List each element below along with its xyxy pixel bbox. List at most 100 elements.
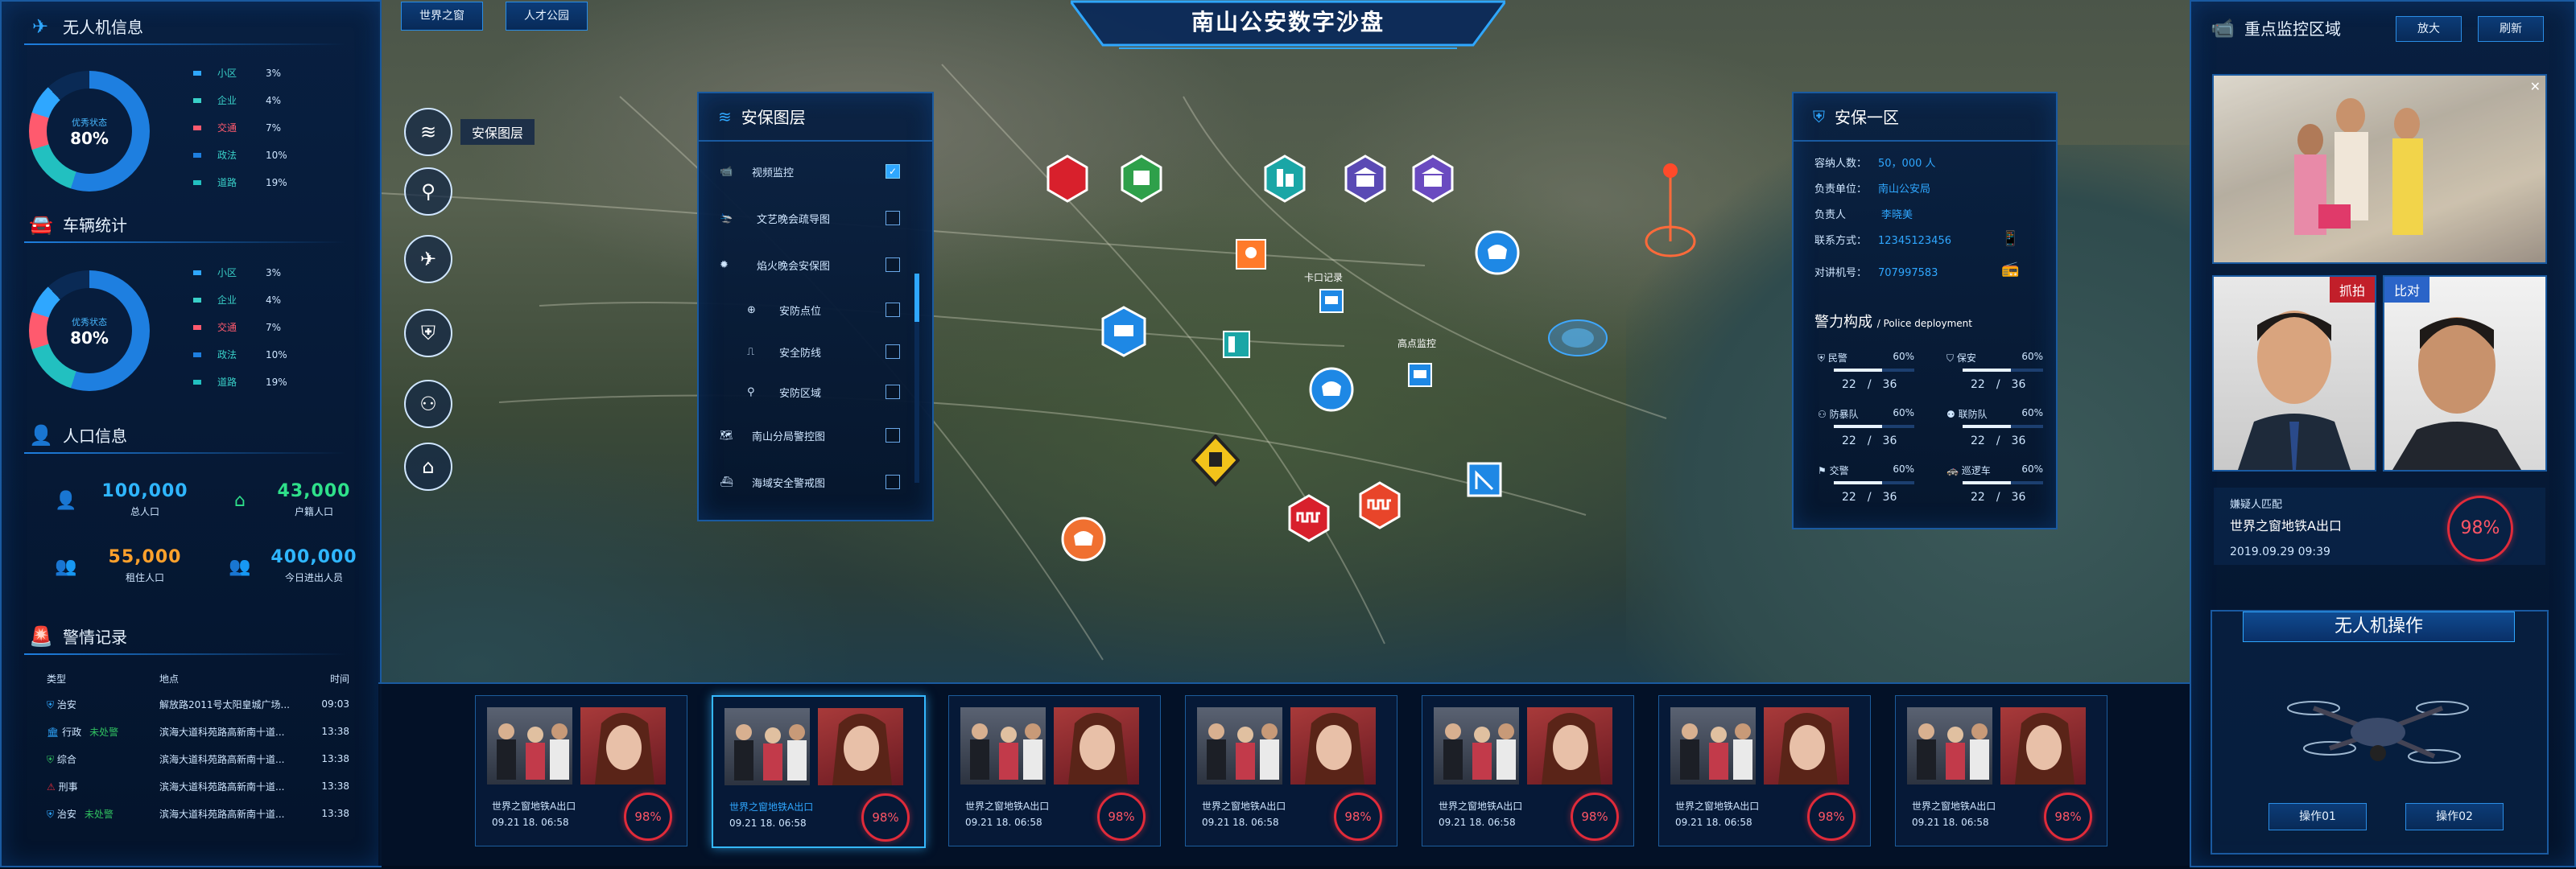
map-marker-dome-camera[interactable] — [1307, 365, 1356, 418]
drone-op1-button[interactable]: 操作01 — [2268, 803, 2367, 830]
person-icon: 👤 — [29, 423, 53, 447]
layers-tool-button[interactable]: ≋ — [404, 108, 452, 156]
map-marker-building[interactable] — [1261, 153, 1309, 206]
map-marker-high-camera[interactable] — [1396, 352, 1444, 406]
table-row[interactable]: 🏛 行政 未处警 滨海大道科苑路高新南十道... 13:38 — [47, 718, 349, 745]
map-marker-tunnel-warning[interactable] — [1191, 434, 1241, 488]
map-marker-barrier-orange[interactable] — [1356, 480, 1404, 533]
map-marker-police-station[interactable] — [1473, 229, 1521, 282]
layer-checkbox[interactable] — [886, 385, 900, 399]
layer-item-defense-line[interactable]: ⎍ 安全防线 — [699, 332, 932, 372]
map-marker-alarm[interactable] — [1043, 153, 1092, 206]
layer-item-video[interactable]: 📹 视频监控 ✓ — [699, 151, 932, 192]
drone-tool-button[interactable]: ✈ — [404, 235, 452, 283]
force-level-bar — [1963, 481, 2011, 484]
layer-item-security-area[interactable]: ⚲ 安防区域 — [699, 372, 932, 412]
tab-talent-park[interactable]: 人才公园 — [506, 2, 588, 31]
map-marker-location[interactable] — [1227, 233, 1275, 286]
match-time: 2019.09.29 09:39 — [2230, 546, 2330, 558]
map-marker-gate[interactable] — [1117, 153, 1166, 206]
divider — [24, 43, 346, 45]
capture-card[interactable]: 世界之窗地铁A出口 09.21 18. 06:58 98% — [1658, 695, 1871, 846]
people-search-icon: ⚇ — [419, 393, 437, 415]
route-tool-button[interactable]: ⚲ — [404, 167, 452, 216]
capture-face-thumbnail — [1290, 707, 1376, 785]
layer-item-concert[interactable]: 🛬 文艺晚会疏导图 — [699, 198, 932, 238]
layer-item-police-control[interactable]: 🗺 南山分局警控图 — [699, 415, 932, 455]
capture-place: 世界之窗地铁A出口 — [1202, 801, 1286, 812]
close-icon[interactable]: ✕ — [2530, 79, 2541, 94]
capture-card[interactable]: 世界之窗地铁A出口 09.21 18. 06:58 98% — [1185, 695, 1397, 846]
map-marker-govt[interactable] — [1341, 153, 1389, 206]
capture-card[interactable]: 世界之窗地铁A出口 09.21 18. 06:58 98% — [1422, 695, 1634, 846]
police-tool-button[interactable]: ⛨ — [404, 309, 452, 357]
map-marker-traffic[interactable] — [1460, 457, 1509, 510]
capacity-field: 容纳人数： 50，000 人 — [1814, 158, 1936, 170]
force-title: 警力构成 / Police deployment — [1814, 314, 1972, 331]
scrollbar[interactable] — [914, 274, 919, 483]
force-joint: ⚉ 联防队 60% 22/36 — [1946, 407, 2043, 447]
map-marker-court[interactable] — [1409, 153, 1457, 206]
match-place: 世界之窗地铁A出口 — [2230, 518, 2342, 533]
car-icon: 🚘 — [29, 212, 53, 236]
layer-item-firework[interactable]: ✹ 焰火晚会安保图 — [699, 245, 932, 285]
security-zone-panel: ⛨ 安保一区 容纳人数： 50，000 人 负责单位： 南山公安局 负责人 李晓美 联系… — [1792, 92, 2058, 529]
capture-time: 09.21 18. 06:58 — [1202, 817, 1279, 828]
map-marker-barrier-red[interactable] — [1285, 492, 1333, 546]
capture-card[interactable]: 世界之窗地铁A出口 09.21 18. 06:58 98% — [948, 695, 1161, 846]
radio-field: 对讲机号： 707997583 — [1814, 267, 1938, 279]
layer-checkbox[interactable] — [886, 428, 900, 443]
alarm-table: 类型 地点 时间 ⛨ 治安 解放路2011号太阳皇城广场... 09:03 🏛 行政 未处… — [47, 666, 349, 827]
capture-place: 世界之窗地铁A出口 — [729, 801, 814, 813]
table-row[interactable]: ⛨ 综合 滨海大道科苑路高新南十道... 13:38 — [47, 745, 349, 772]
capture-face-thumbnail — [580, 707, 666, 785]
live-camera-feed[interactable]: ✕ — [2212, 74, 2547, 264]
camera-icon: 📹 — [720, 165, 733, 178]
people-tool-button[interactable]: ⚇ — [404, 380, 452, 428]
map-label-checkpoint: 卡口记录 — [1304, 272, 1344, 283]
capture-place: 世界之窗地铁A出口 — [965, 801, 1050, 812]
layer-checkbox[interactable] — [886, 344, 900, 359]
layer-item-sea-alert[interactable]: ⛴ 海域安全警戒图 — [699, 462, 932, 502]
captured-face-image[interactable]: 抓拍 — [2212, 275, 2376, 472]
capture-card[interactable]: 世界之窗地铁A出口 09.21 18. 06:58 98% — [1895, 695, 2107, 846]
zoom-button[interactable]: 放大 — [2396, 16, 2462, 42]
capture-place: 世界之窗地铁A出口 — [1675, 801, 1760, 812]
phone-icon[interactable]: 📱 — [2001, 230, 2019, 247]
capture-time: 09.21 18. 06:58 — [965, 817, 1042, 828]
suspect-match-card[interactable]: 嫌疑人匹配 世界之窗地铁A出口 2019.09.29 09:39 98% — [2214, 488, 2545, 565]
layer-checkbox[interactable]: ✓ — [886, 164, 900, 179]
manager-field: 负责人 李晓美 — [1814, 209, 1913, 221]
table-row[interactable]: ⛨ 治安 未处警 滨海大道科苑路高新南十道... 13:38 — [47, 800, 349, 827]
table-row[interactable]: ⛨ 治安 解放路2011号太阳皇城广场... 09:03 — [47, 690, 349, 718]
map-marker-building-2[interactable] — [1212, 320, 1261, 373]
refresh-button[interactable]: 刷新 — [2478, 16, 2544, 42]
layer-checkbox[interactable] — [886, 211, 900, 225]
force-traffic: ⚑ 交警 60% 22/36 — [1818, 463, 1914, 504]
capture-card[interactable]: 世界之窗地铁A出口 09.21 18. 06:58 98% — [712, 695, 926, 848]
compare-face-image[interactable]: 比对 — [2383, 275, 2547, 472]
total-population-icon: 👤 — [55, 490, 77, 511]
map-marker-camera-hex[interactable] — [1100, 306, 1148, 359]
drone-op2-button[interactable]: 操作02 — [2405, 803, 2504, 830]
divider — [1794, 140, 2056, 142]
layer-checkbox[interactable] — [886, 475, 900, 489]
capture-tag: 抓拍 — [2329, 277, 2375, 303]
map-marker-camera-checkpoint[interactable] — [1307, 278, 1356, 332]
layer-checkbox[interactable] — [886, 257, 900, 272]
home-tool-button[interactable]: ⌂ — [404, 443, 452, 491]
camera-feed-image — [2214, 76, 2545, 262]
capture-crowd-thumbnail — [724, 708, 810, 785]
table-row[interactable]: ⚠ 刑事 滨海大道科苑路高新南十道... 13:38 — [47, 772, 349, 800]
capture-face-thumbnail — [1527, 707, 1612, 785]
layer-checkbox[interactable] — [886, 303, 900, 317]
tab-window-of-world[interactable]: 世界之窗 — [401, 2, 483, 31]
force-level-bar — [1834, 425, 1882, 428]
layer-item-security-point[interactable]: ⊕ 安防点位 — [699, 290, 932, 330]
capture-face-thumbnail — [1764, 707, 1849, 785]
capture-card[interactable]: 世界之窗地铁A出口 09.21 18. 06:58 98% — [475, 695, 687, 846]
map-marker-camera-orange[interactable] — [1059, 515, 1108, 568]
capture-face-thumbnail — [2000, 707, 2086, 785]
capture-place: 世界之窗地铁A出口 — [492, 801, 576, 812]
radio-icon[interactable]: 📻 — [2001, 261, 2019, 278]
